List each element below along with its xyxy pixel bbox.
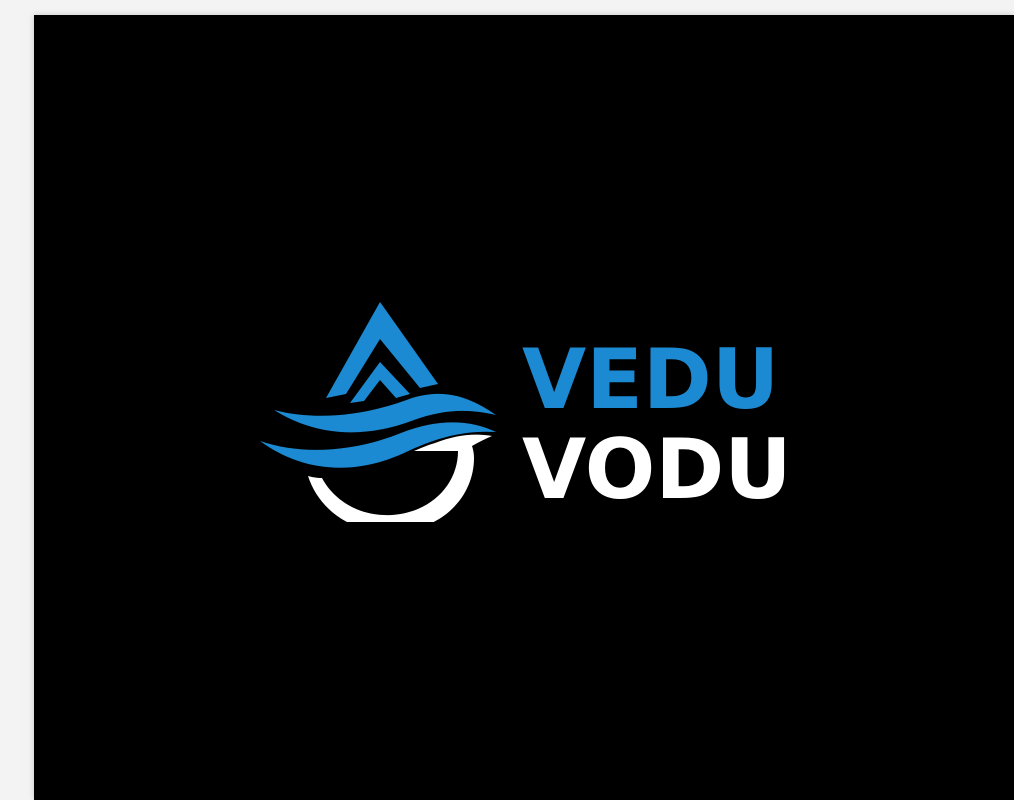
peak-shape [326, 302, 438, 398]
page: VEDU VODU [0, 0, 1014, 800]
logo-canvas: VEDU VODU [34, 15, 1014, 800]
brand-name-bottom: VODU [522, 421, 792, 518]
brand-name-top: VEDU [522, 331, 780, 428]
wordmark: VEDU VODU [522, 333, 842, 523]
water-drop-wave-icon [260, 302, 496, 522]
